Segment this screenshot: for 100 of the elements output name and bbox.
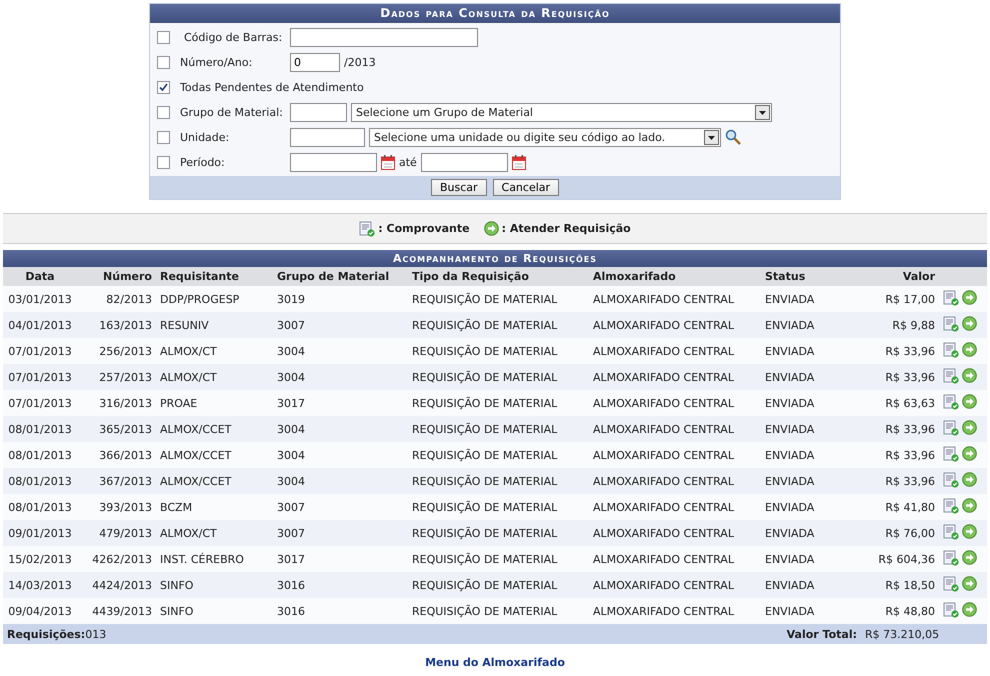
checkbox[interactable] bbox=[157, 156, 170, 168]
table-cell: 256/2013 bbox=[77, 338, 156, 364]
table-cell: 08/01/2013 bbox=[3, 494, 77, 520]
table-cell: 3007 bbox=[273, 494, 408, 520]
arrow-circle-icon[interactable] bbox=[962, 290, 977, 305]
table-cell: R$ 63,63 bbox=[861, 390, 939, 416]
arrow-circle-icon[interactable] bbox=[962, 368, 977, 383]
receipt-icon[interactable] bbox=[943, 602, 959, 618]
arrow-circle-icon[interactable] bbox=[962, 524, 977, 539]
table-cell: 15/02/2013 bbox=[3, 546, 77, 572]
table-cell: 09/04/2013 bbox=[3, 598, 77, 624]
receipt-icon[interactable] bbox=[943, 576, 959, 592]
table-cell: ALMOXARIFADO CENTRAL bbox=[589, 286, 761, 312]
arrow-circle-icon[interactable] bbox=[962, 342, 977, 357]
table-cell: ENVIADA bbox=[761, 286, 861, 312]
unit-code-field[interactable] bbox=[290, 128, 365, 146]
table-cell: ALMOXARIFADO CENTRAL bbox=[589, 390, 761, 416]
table-cell: ALMOX/CT bbox=[156, 338, 273, 364]
table-cell: ENVIADA bbox=[761, 442, 861, 468]
arrow-circle-icon[interactable] bbox=[962, 316, 977, 331]
arrow-circle-icon[interactable] bbox=[962, 602, 977, 617]
receipt-icon[interactable] bbox=[943, 316, 959, 332]
table-cell: REQUISIÇÃO DE MATERIAL bbox=[408, 546, 589, 572]
receipt-icon[interactable] bbox=[943, 368, 959, 384]
arrow-circle-icon[interactable] bbox=[962, 472, 977, 487]
checkbox[interactable] bbox=[157, 130, 170, 144]
count-value: 013 bbox=[85, 628, 106, 640]
field-label: Período: bbox=[180, 156, 226, 168]
arrow-circle-icon[interactable] bbox=[962, 420, 977, 435]
table-cell: R$ 9,88 bbox=[861, 312, 939, 338]
table-cell: 3017 bbox=[273, 390, 408, 416]
table-cell: ENVIADA bbox=[761, 546, 861, 572]
receipt-icon[interactable] bbox=[943, 524, 959, 540]
table-cell: 3007 bbox=[273, 520, 408, 546]
material-group-select[interactable]: Selecione um Grupo de Material bbox=[351, 102, 772, 122]
until-label: até bbox=[399, 156, 417, 168]
arrow-circle-icon[interactable] bbox=[962, 550, 977, 565]
table-cell: ENVIADA bbox=[761, 494, 861, 520]
calendar-icon[interactable] bbox=[512, 154, 526, 170]
receipt-icon[interactable] bbox=[943, 290, 959, 306]
receipt-icon[interactable] bbox=[943, 550, 959, 566]
barcode-field[interactable] bbox=[290, 28, 478, 46]
search-icon[interactable] bbox=[725, 129, 741, 145]
table-cell: R$ 41,80 bbox=[861, 494, 939, 520]
table-cell: 4424/2013 bbox=[77, 572, 156, 598]
receipt-icon[interactable] bbox=[943, 498, 959, 514]
checkbox[interactable] bbox=[157, 80, 170, 94]
table-cell: REQUISIÇÃO DE MATERIAL bbox=[408, 338, 589, 364]
table-cell: ALMOXARIFADO CENTRAL bbox=[589, 416, 761, 442]
arrow-circle-icon[interactable] bbox=[962, 394, 977, 409]
table-cell: REQUISIÇÃO DE MATERIAL bbox=[408, 364, 589, 390]
table-cell: 3004 bbox=[273, 416, 408, 442]
table-cell: 07/01/2013 bbox=[3, 338, 77, 364]
table-cell: 07/01/2013 bbox=[3, 390, 77, 416]
receipt-icon[interactable] bbox=[943, 420, 959, 436]
calendar-icon[interactable] bbox=[381, 154, 395, 170]
number-field[interactable]: 0 bbox=[290, 52, 340, 72]
table-cell: R$ 604,36 bbox=[861, 546, 939, 572]
table-cell: R$ 17,00 bbox=[861, 286, 939, 312]
table-cell: 163/2013 bbox=[77, 312, 156, 338]
table-cell: ALMOXARIFADO CENTRAL bbox=[589, 442, 761, 468]
legend-label: : Atender Requisição bbox=[502, 222, 631, 235]
table-cell: REQUISIÇÃO DE MATERIAL bbox=[408, 312, 589, 338]
receipt-icon[interactable] bbox=[943, 472, 959, 488]
table-cell: ALMOX/CCET bbox=[156, 416, 273, 442]
almoxarifado-menu-link[interactable]: Menu do Almoxarifado bbox=[425, 656, 565, 669]
checkbox[interactable] bbox=[157, 56, 170, 68]
form-title: Dados para Consulta da Requisição bbox=[150, 4, 840, 23]
field-label: Todas Pendentes de Atendimento bbox=[180, 80, 364, 94]
table-cell: 393/2013 bbox=[77, 494, 156, 520]
table-title: Acompanhamento de Requisições bbox=[3, 250, 987, 267]
table-cell: REQUISIÇÃO DE MATERIAL bbox=[408, 494, 589, 520]
table-cell: ENVIADA bbox=[761, 520, 861, 546]
cancel-button[interactable]: Cancelar bbox=[492, 179, 560, 196]
table-cell: ENVIADA bbox=[761, 364, 861, 390]
table-cell: 08/01/2013 bbox=[3, 442, 77, 468]
arrow-circle-icon[interactable] bbox=[962, 576, 977, 591]
arrow-circle-icon[interactable] bbox=[962, 498, 977, 513]
search-button[interactable]: Buscar bbox=[430, 179, 487, 196]
legend-label: : Comprovante bbox=[378, 222, 470, 235]
arrow-circle-icon[interactable] bbox=[962, 446, 977, 461]
table-cell: R$ 18,50 bbox=[861, 572, 939, 598]
start-date-field[interactable] bbox=[290, 152, 377, 172]
year-label: /2013 bbox=[344, 56, 376, 68]
end-date-field[interactable] bbox=[420, 152, 508, 172]
receipt-icon[interactable] bbox=[943, 446, 959, 462]
table-cell: 07/01/2013 bbox=[3, 364, 77, 390]
table-cell: RESUNIV bbox=[156, 312, 273, 338]
table-cell: ALMOX/CCET bbox=[156, 468, 273, 494]
checkbox[interactable] bbox=[157, 30, 170, 44]
table-cell: SINFO bbox=[156, 598, 273, 624]
receipt-icon[interactable] bbox=[943, 342, 959, 358]
check-mark-icon bbox=[159, 82, 168, 92]
unit-select[interactable]: Selecione uma unidade ou digite seu código ao lado. bbox=[369, 128, 721, 146]
code-field[interactable] bbox=[290, 102, 347, 122]
table-cell: R$ 33,96 bbox=[861, 416, 939, 442]
table-cell: 3019 bbox=[273, 286, 408, 312]
receipt-icon[interactable] bbox=[943, 394, 959, 410]
table-cell: REQUISIÇÃO DE MATERIAL bbox=[408, 520, 589, 546]
checkbox[interactable] bbox=[157, 106, 170, 118]
